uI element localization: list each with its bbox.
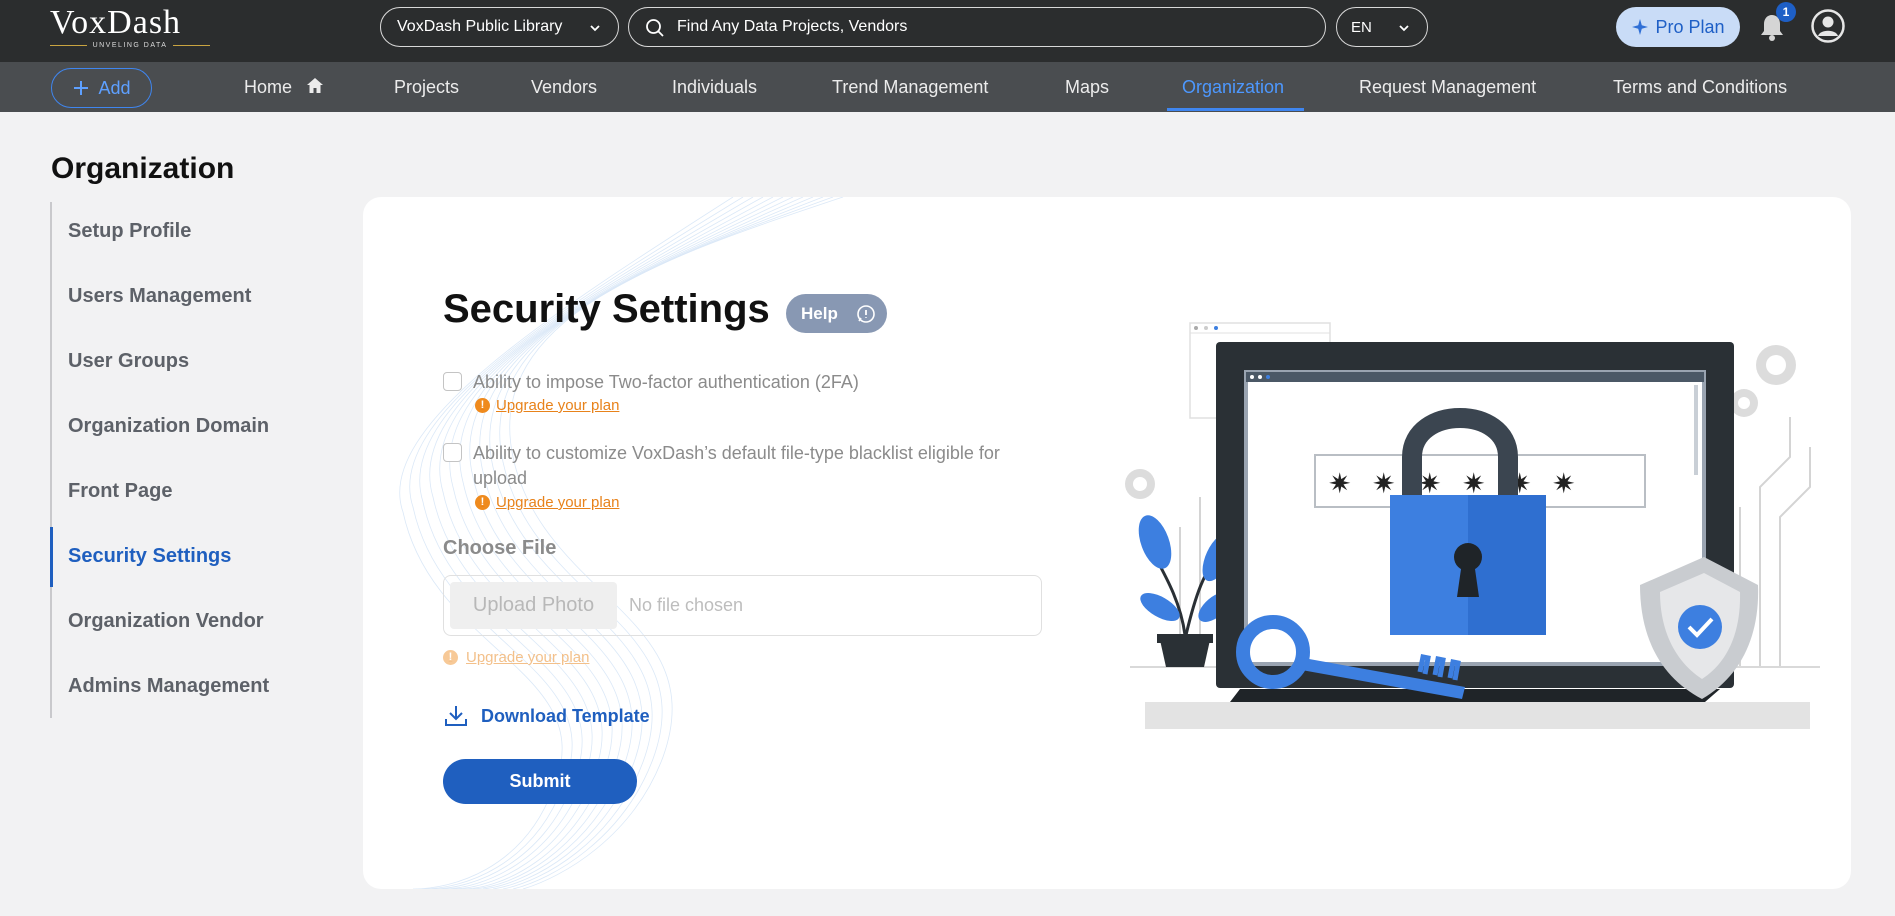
- option-file-blacklist: Ability to customize VoxDash’s default f…: [443, 441, 1043, 516]
- nav-item-vendors[interactable]: Vendors: [531, 62, 597, 112]
- nav-item-individuals[interactable]: Individuals: [672, 62, 757, 112]
- help-label: Help: [801, 303, 838, 323]
- logo-tagline: UNVELING DATA: [50, 42, 210, 49]
- sidebar-item-security-settings[interactable]: Security Settings: [68, 545, 231, 568]
- checkbox-file-blacklist[interactable]: [443, 443, 462, 462]
- search-placeholder: Find Any Data Projects, Vendors: [677, 18, 908, 35]
- checkbox-2fa[interactable]: [443, 372, 462, 391]
- nav-item-terms-and-conditions[interactable]: Terms and Conditions: [1613, 62, 1787, 112]
- sidebar-item-setup-profile[interactable]: Setup Profile: [68, 220, 191, 243]
- download-icon: [445, 706, 467, 726]
- upgrade-link[interactable]: ! Upgrade your plan: [475, 397, 619, 414]
- warning-icon: !: [475, 495, 490, 510]
- sidebar: Setup Profile Users Management User Grou…: [50, 202, 290, 718]
- active-nav-indicator: [1167, 108, 1304, 111]
- main-nav: Add Home Projects Vendors Individuals Tr…: [0, 62, 1895, 112]
- nav-item-maps[interactable]: Maps: [1065, 62, 1109, 112]
- section-title: Security Settings: [443, 287, 770, 331]
- home-icon: [307, 78, 324, 93]
- sidebar-item-front-page[interactable]: Front Page: [68, 480, 172, 503]
- sidebar-item-organization-vendor[interactable]: Organization Vendor: [68, 610, 264, 633]
- option-label: Ability to customize VoxDash’s default f…: [473, 443, 1000, 488]
- pro-plan-button[interactable]: Pro Plan: [1616, 7, 1740, 47]
- pro-plan-label: Pro Plan: [1655, 16, 1725, 37]
- sidebar-item-admins-management[interactable]: Admins Management: [68, 675, 269, 698]
- file-upgrade-link[interactable]: ! Upgrade your plan: [443, 649, 589, 666]
- security-settings-card: Security Settings Help Ability to impose…: [363, 197, 1851, 889]
- nav-item-organization[interactable]: Organization: [1182, 62, 1284, 112]
- warning-icon: !: [443, 650, 458, 665]
- nav-item-request-management[interactable]: Request Management: [1359, 62, 1536, 112]
- option-2fa: Ability to impose Two-factor authenticat…: [443, 370, 1043, 420]
- chevron-down-icon: [1399, 25, 1409, 32]
- sidebar-active-indicator: [50, 527, 53, 587]
- language-value: EN: [1351, 18, 1372, 36]
- chat-help-icon: [857, 304, 875, 323]
- language-select[interactable]: EN: [1336, 7, 1428, 47]
- page-title: Organization: [51, 152, 235, 185]
- help-button[interactable]: Help: [786, 294, 887, 333]
- option-label: Ability to impose Two-factor authenticat…: [473, 372, 859, 392]
- sparkle-icon: [1632, 19, 1649, 35]
- nav-item-trend-management[interactable]: Trend Management: [832, 62, 988, 112]
- add-label: Add: [98, 77, 131, 98]
- search-icon: [646, 19, 664, 37]
- nav-item-home[interactable]: Home: [244, 62, 325, 112]
- download-label: Download Template: [481, 705, 650, 726]
- plus-icon: [74, 81, 89, 95]
- chevron-down-icon: [590, 25, 600, 32]
- top-bar: VoxDash UNVELING DATA VoxDash Public Lib…: [0, 0, 1895, 62]
- nav-item-projects[interactable]: Projects: [394, 62, 459, 112]
- download-template-link[interactable]: Download Template: [443, 703, 650, 729]
- warning-icon: !: [475, 398, 490, 413]
- submit-button[interactable]: Submit: [443, 759, 637, 804]
- file-input[interactable]: Upload Photo No file chosen: [443, 575, 1042, 636]
- voxdash-logo[interactable]: VoxDash UNVELING DATA: [50, 4, 210, 50]
- logo-text: VoxDash: [50, 4, 182, 41]
- svg-text:✷: ✷: [1328, 467, 1351, 500]
- add-button[interactable]: Add: [51, 68, 152, 108]
- upgrade-link[interactable]: ! Upgrade your plan: [475, 494, 619, 511]
- svg-text:✷: ✷: [1552, 467, 1575, 500]
- sidebar-item-organization-domain[interactable]: Organization Domain: [68, 415, 269, 438]
- notification-badge: 1: [1776, 2, 1796, 22]
- sidebar-item-user-groups[interactable]: User Groups: [68, 350, 189, 373]
- user-avatar-icon[interactable]: [1811, 9, 1845, 43]
- sidebar-item-users-management[interactable]: Users Management: [68, 285, 251, 308]
- security-illustration: ✷ ✷ ✷ ✷ ✷ ✷: [1125, 322, 1820, 729]
- upload-photo-button[interactable]: Upload Photo: [450, 582, 617, 629]
- library-select[interactable]: VoxDash Public Library: [380, 7, 619, 47]
- no-file-text: No file chosen: [629, 595, 744, 615]
- choose-file-label: Choose File: [443, 537, 557, 559]
- library-select-value: VoxDash Public Library: [397, 18, 563, 35]
- search-input[interactable]: Find Any Data Projects, Vendors: [628, 7, 1326, 47]
